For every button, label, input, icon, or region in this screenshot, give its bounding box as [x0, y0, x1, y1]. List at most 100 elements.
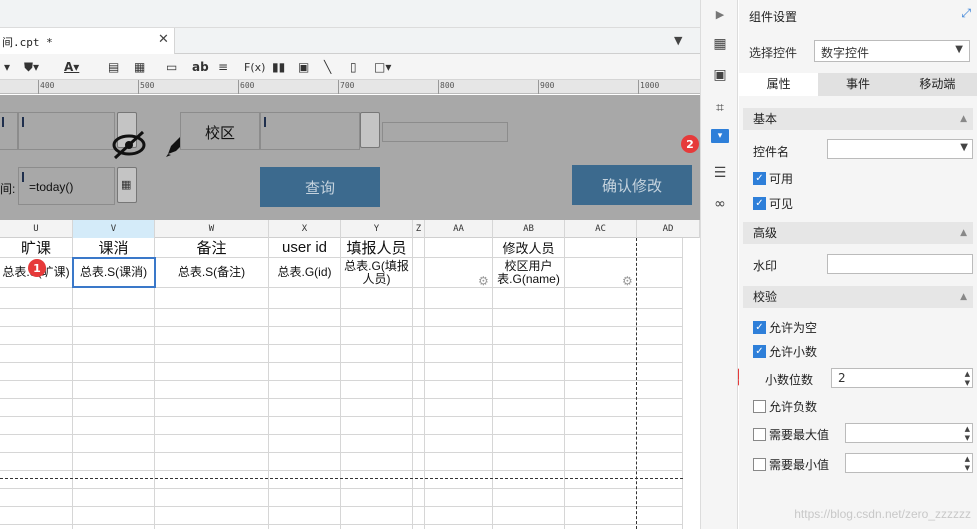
- expand-icon[interactable]: ⤢: [961, 6, 971, 21]
- stepper-down-icon[interactable]: ▼: [965, 434, 970, 442]
- grid-data-cell[interactable]: 总表.G(id): [269, 258, 340, 287]
- fill-color-icon[interactable]: ⛊▾: [24, 58, 39, 76]
- grid-data-cell[interactable]: 总表.S(备注): [155, 258, 268, 287]
- section-advanced[interactable]: 高级 ▲: [743, 222, 973, 244]
- query-button[interactable]: 查询: [260, 167, 380, 207]
- confirm-edit-button[interactable]: 确认修改: [572, 165, 692, 205]
- visible-checkbox[interactable]: ✓ 可见: [753, 195, 793, 212]
- stepper-up-icon[interactable]: ▲: [965, 455, 970, 463]
- textbox-icon[interactable]: ▭: [166, 58, 177, 76]
- link-icon[interactable]: ∞: [710, 194, 730, 214]
- stepper-up-icon[interactable]: ▲: [965, 425, 970, 433]
- section-label: 高级: [753, 226, 778, 240]
- split-cells-icon[interactable]: ▦: [134, 58, 145, 76]
- checkbox-label: 可用: [769, 172, 794, 186]
- font-color-icon[interactable]: A▾: [64, 58, 79, 76]
- grid-data-cell[interactable]: 总表.G(填报人员): [341, 258, 412, 287]
- dropdown-icon[interactable]: ▾: [4, 58, 10, 76]
- tab-events[interactable]: 事件: [818, 73, 898, 96]
- border-icon[interactable]: □▾: [374, 58, 391, 76]
- grid-header-cell[interactable]: 旷课: [0, 238, 72, 257]
- max-value-stepper[interactable]: ▲ ▼: [845, 423, 973, 443]
- stepper-up-icon[interactable]: ▲: [965, 370, 970, 378]
- subreport-icon[interactable]: ▯: [350, 58, 357, 76]
- panel-title: 组件设置: [749, 10, 798, 24]
- need-max-checkbox[interactable]: 需要最大值: [753, 426, 829, 443]
- text-icon[interactable]: ab: [192, 58, 209, 76]
- crop-icon[interactable]: ⌗: [710, 98, 730, 118]
- date-field[interactable]: =today(): [18, 167, 115, 205]
- min-value-stepper[interactable]: ▲ ▼: [845, 453, 973, 473]
- allow-decimal-checkbox[interactable]: ✓ 允许小数: [753, 343, 817, 360]
- section-basic[interactable]: 基本 ▲: [743, 108, 973, 130]
- column-header[interactable]: AD: [637, 220, 700, 238]
- chart-icon[interactable]: ▮▮: [272, 58, 285, 76]
- widget-type-select[interactable]: 数字控件 ▼: [814, 40, 970, 62]
- data-icon[interactable]: ▣: [710, 65, 730, 85]
- grid-header-cell[interactable]: user id: [269, 238, 340, 257]
- panel-tabs: 属性 事件 移动端: [739, 73, 977, 96]
- select-widget-label: 选择控件: [749, 46, 798, 60]
- column-header[interactable]: Z: [413, 220, 425, 238]
- campus-text-field[interactable]: [382, 122, 508, 142]
- column-header[interactable]: AB: [493, 220, 565, 238]
- column-header[interactable]: Y: [341, 220, 413, 238]
- gear-icon: ⚙: [478, 274, 489, 288]
- list-icon[interactable]: ☰: [710, 163, 730, 183]
- campus-grid-button[interactable]: [360, 112, 380, 148]
- column-header[interactable]: W: [155, 220, 269, 238]
- merge-cells-icon[interactable]: ▤: [108, 58, 119, 76]
- column-header[interactable]: AA: [425, 220, 493, 238]
- grid-header-cell[interactable]: 课消: [73, 238, 154, 257]
- widget-name-input[interactable]: ▼: [827, 139, 973, 159]
- ruler-tick: [638, 80, 639, 94]
- grid-header-cell[interactable]: 填报人员: [341, 238, 412, 257]
- column-header[interactable]: AC: [565, 220, 637, 238]
- parameter-panel: 校区 * 间: =today() ▦ 查询 确认修改: [0, 95, 700, 220]
- tab-properties[interactable]: 属性: [739, 73, 819, 96]
- ruler-tick: [38, 80, 39, 94]
- ruler-label: 500: [140, 81, 155, 90]
- need-min-checkbox[interactable]: 需要最小值: [753, 456, 829, 473]
- grid-header-cell[interactable]: 备注: [155, 238, 268, 257]
- calendar-button[interactable]: ▦: [117, 167, 137, 203]
- checkbox-label: 可见: [769, 197, 794, 211]
- tab-mobile[interactable]: 移动端: [897, 73, 977, 96]
- column-header[interactable]: X: [269, 220, 341, 238]
- slash-icon[interactable]: ╲: [324, 58, 331, 76]
- param-box[interactable]: [0, 112, 18, 150]
- tab-title: 间.cpt *: [2, 36, 53, 49]
- watermark-input[interactable]: [827, 254, 973, 274]
- date-prefix-label: 间:: [0, 182, 16, 196]
- tab-report[interactable]: 间.cpt * ✕: [0, 28, 175, 54]
- section-label: 校验: [753, 290, 778, 304]
- collapse-icon[interactable]: ▶: [710, 4, 730, 24]
- ruler-label: 400: [40, 81, 55, 90]
- decimal-digits-stepper[interactable]: 2 ▲ ▼: [831, 368, 973, 388]
- stepper-down-icon[interactable]: ▼: [965, 464, 970, 472]
- allow-negative-checkbox[interactable]: 允许负数: [753, 398, 817, 415]
- align-icon[interactable]: ≡: [218, 58, 228, 76]
- grid-data-cell[interactable]: 校区用户表.G(name): [493, 258, 564, 287]
- param-combo[interactable]: [18, 112, 115, 150]
- enabled-checkbox[interactable]: ✓ 可用: [753, 170, 793, 187]
- allow-empty-checkbox[interactable]: ✓ 允许为空: [753, 319, 817, 336]
- side-icon-strip: ▶ ▦ ▣ ⌗ ▾ ☰ ∞: [700, 0, 738, 529]
- campus-combo[interactable]: [260, 112, 360, 150]
- decimal-digits-value: 2: [838, 371, 846, 385]
- widget-settings-icon[interactable]: ▾: [711, 129, 729, 143]
- checkbox-label: 需要最小值: [769, 458, 830, 472]
- tab-bar: 间.cpt * ✕ ▼: [0, 28, 700, 54]
- image-icon[interactable]: ▣: [298, 58, 309, 76]
- layout-icon[interactable]: ▦: [710, 34, 730, 54]
- tab-menu-icon[interactable]: ▼: [674, 34, 682, 47]
- collapse-caret-icon: ▲: [960, 114, 967, 124]
- formula-icon[interactable]: F(x): [244, 58, 265, 76]
- column-header[interactable]: U: [0, 220, 73, 238]
- close-icon[interactable]: ✕: [158, 32, 169, 47]
- column-header[interactable]: V: [73, 220, 155, 238]
- section-validate[interactable]: 校验 ▲: [743, 286, 973, 308]
- stepper-down-icon[interactable]: ▼: [965, 379, 970, 387]
- grid-header-cell[interactable]: 修改人员: [493, 238, 564, 257]
- eye-off-icon[interactable]: [110, 130, 148, 160]
